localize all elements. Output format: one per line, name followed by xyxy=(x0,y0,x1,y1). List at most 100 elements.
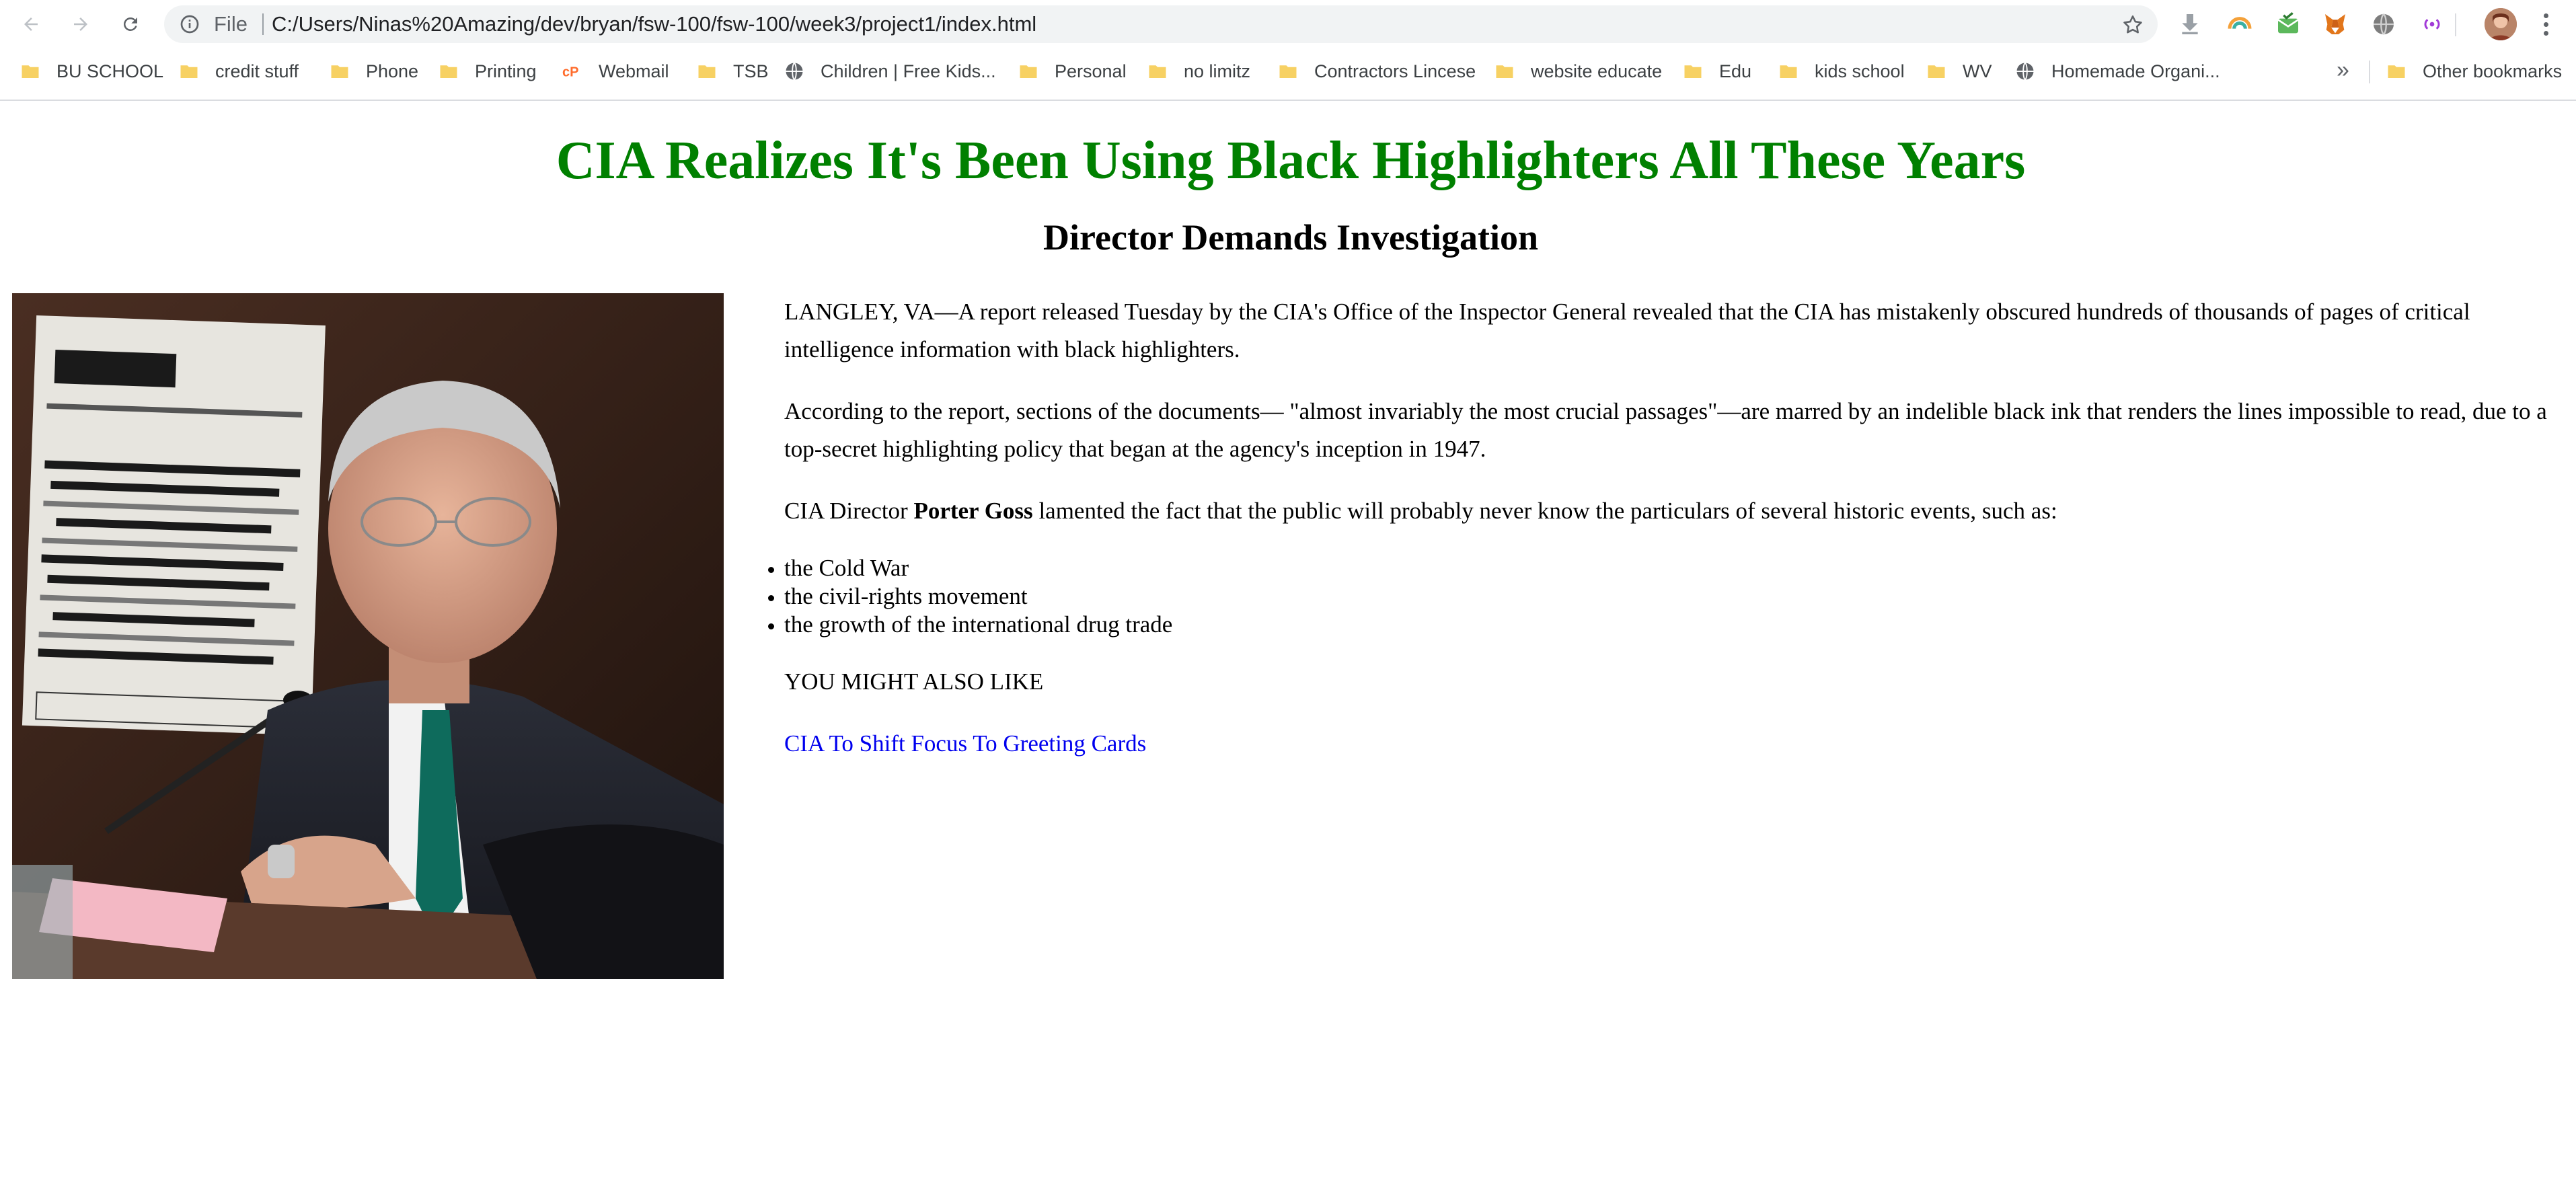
bookmarks-bar: BU SCHOOL credit stuff Phone Printing cP… xyxy=(0,51,2576,91)
folder-icon xyxy=(1494,61,1515,81)
bookmark-label: website educate xyxy=(1531,61,1663,81)
globe-extension-icon xyxy=(2374,13,2394,35)
folder-icon xyxy=(20,61,40,81)
bookmarks-overflow-button[interactable]: » xyxy=(2337,51,2349,91)
bookmark-label: BU SCHOOL xyxy=(56,61,164,81)
address-bar[interactable]: File C:/Users/Ninas%20Amazing/dev/bryan/… xyxy=(164,5,2158,43)
folder-icon xyxy=(697,61,717,81)
folder-icon xyxy=(1683,61,1703,81)
forward-icon xyxy=(74,17,87,31)
bookmark-item[interactable]: Children | Free Kids... xyxy=(784,51,996,91)
back-button[interactable] xyxy=(13,7,48,42)
toolbar-divider xyxy=(2455,13,2456,36)
broadcast-extension[interactable] xyxy=(2419,11,2446,38)
rainbow-extension[interactable] xyxy=(2226,11,2253,38)
globe-extension[interactable] xyxy=(2370,11,2397,38)
rainbow-extension-icon xyxy=(2228,17,2252,30)
reload-icon xyxy=(123,17,137,31)
bookmark-label: TSB xyxy=(733,61,769,81)
svg-text:cP: cP xyxy=(562,65,578,80)
bookmark-star-icon[interactable] xyxy=(2121,13,2144,36)
historic-events-list: the Cold War the civil-rights movement t… xyxy=(784,554,2560,639)
globe-icon xyxy=(784,61,804,81)
director-name: Porter Goss xyxy=(913,498,1033,524)
paragraph-text: lamented the fact that the public will p… xyxy=(1032,498,2057,524)
folder-icon xyxy=(1278,61,1298,81)
other-bookmarks[interactable]: Other bookmarks xyxy=(2386,51,2562,91)
article-paragraph: CIA Director Porter Goss lamented the fa… xyxy=(784,492,2560,530)
bookmark-item[interactable]: credit stuff xyxy=(179,51,299,91)
bookmark-label: credit stuff xyxy=(215,61,299,81)
page-content: CIA Realizes It's Been Using Black Highl… xyxy=(0,102,2576,1195)
cpanel-icon: cP xyxy=(562,61,582,81)
list-item: the Cold War xyxy=(784,554,2560,582)
bookmark-item[interactable]: Phone xyxy=(330,51,418,91)
bookmark-item[interactable]: Contractors Lincese xyxy=(1278,51,1476,91)
folder-icon xyxy=(1778,61,1798,81)
bookmark-label: WV xyxy=(1963,61,1992,81)
article-body: LANGLEY, VA—A report released Tuesday by… xyxy=(784,293,2560,787)
info-icon[interactable] xyxy=(179,13,200,35)
browser-chrome: File C:/Users/Ninas%20Amazing/dev/bryan/… xyxy=(0,0,2576,101)
bookmark-label: no limitz xyxy=(1184,61,1251,81)
bookmark-label: Children | Free Kids... xyxy=(821,61,996,81)
mail-check-extension[interactable] xyxy=(2275,11,2302,38)
download-icon xyxy=(2182,14,2198,34)
folder-icon xyxy=(179,61,199,81)
download-extension[interactable] xyxy=(2176,11,2203,38)
list-item: the growth of the international drug tra… xyxy=(784,611,2560,639)
folder-icon xyxy=(330,61,350,81)
bookmark-item[interactable]: kids school xyxy=(1778,51,1905,91)
also-like-heading: YOU MIGHT ALSO LIKE xyxy=(784,668,1044,695)
bookmark-item[interactable]: WV xyxy=(1926,51,1992,91)
bookmark-item[interactable]: no limitz xyxy=(1147,51,1250,91)
bookmark-label: kids school xyxy=(1815,61,1905,81)
bookmark-label: Personal xyxy=(1055,61,1127,81)
bookmark-item[interactable]: Edu xyxy=(1683,51,1751,91)
folder-icon xyxy=(439,61,459,81)
article-paragraph: LANGLEY, VA—A report released Tuesday by… xyxy=(784,299,2470,362)
forward-button[interactable] xyxy=(63,7,98,42)
article-subhead: Director Demands Investigation xyxy=(1043,217,1538,258)
browser-menu-button[interactable] xyxy=(2536,9,2556,39)
bookmark-item[interactable]: cP Webmail xyxy=(562,51,669,91)
bookmark-item[interactable]: Homemade Organi... xyxy=(2015,51,2220,91)
bookmark-label: Phone xyxy=(366,61,419,81)
folder-icon xyxy=(1147,61,1168,81)
paragraph-text: CIA Director xyxy=(784,498,914,524)
bookmark-label: Contractors Lincese xyxy=(1314,61,1476,81)
bookmark-item[interactable]: BU SCHOOL xyxy=(20,51,163,91)
bookmark-label: Homemade Organi... xyxy=(2051,61,2220,81)
bookmark-item[interactable]: Personal xyxy=(1018,51,1127,91)
metamask-extension[interactable] xyxy=(2322,11,2349,38)
omnibox-separator xyxy=(262,13,264,35)
article-paragraph: According to the report, sections of the… xyxy=(784,398,2547,462)
bookmark-label: Printing xyxy=(475,61,537,81)
globe-icon xyxy=(2015,61,2035,81)
profile-photo-icon xyxy=(2485,8,2517,40)
other-bookmarks-label: Other bookmarks xyxy=(2423,61,2563,81)
mail-check-extension-icon xyxy=(2277,12,2299,34)
article-photo xyxy=(12,293,724,979)
reload-button[interactable] xyxy=(113,7,148,42)
metamask-fox-icon xyxy=(2325,14,2345,34)
bookmark-item[interactable]: website educate xyxy=(1494,51,1662,91)
folder-icon xyxy=(1018,61,1038,81)
folder-icon xyxy=(1926,61,1946,81)
back-icon xyxy=(24,17,38,31)
browser-toolbar: File C:/Users/Ninas%20Amazing/dev/bryan/… xyxy=(0,0,2576,48)
article-headline: CIA Realizes It's Been Using Black Highl… xyxy=(556,131,2026,190)
url-text[interactable]: C:/Users/Ninas%20Amazing/dev/bryan/fsw-1… xyxy=(272,5,1036,43)
bookmark-item[interactable]: Printing xyxy=(439,51,537,91)
related-article-link[interactable]: CIA To Shift Focus To Greeting Cards xyxy=(784,730,1146,757)
bookmark-label: Webmail xyxy=(599,61,669,81)
director-photo-image xyxy=(12,293,724,979)
bookmark-item[interactable]: TSB xyxy=(697,51,769,91)
scheme-label: File xyxy=(214,12,248,36)
profile-avatar[interactable] xyxy=(2485,8,2517,40)
broadcast-extension-icon xyxy=(2424,19,2440,30)
folder-icon xyxy=(2386,61,2407,81)
bookmarks-divider xyxy=(2369,61,2370,83)
list-item: the civil-rights movement xyxy=(784,582,2560,611)
bookmark-label: Edu xyxy=(1719,61,1752,81)
